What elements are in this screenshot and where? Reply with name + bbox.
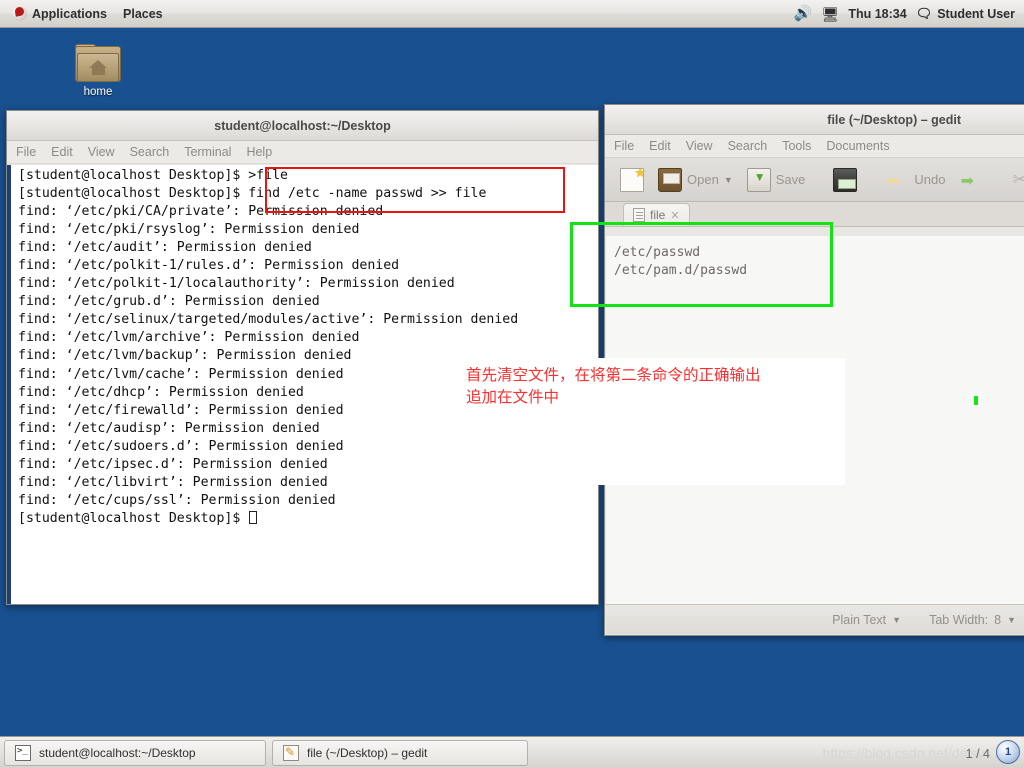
home-folder-icon bbox=[75, 44, 121, 84]
terminal-icon bbox=[15, 744, 31, 761]
applications-menu[interactable]: Applications bbox=[5, 3, 114, 24]
gedit-menu-file[interactable]: File bbox=[614, 139, 634, 153]
workspace-switcher-badge[interactable]: 1 bbox=[996, 740, 1020, 764]
new-document-button[interactable] bbox=[615, 165, 649, 195]
terminal-titlebar[interactable]: student@localhost:~/Desktop bbox=[7, 111, 598, 141]
print-button[interactable] bbox=[828, 165, 862, 195]
gedit-titlebar[interactable]: file (~/Desktop) – gedit bbox=[605, 105, 1024, 135]
printer-icon bbox=[833, 167, 858, 192]
terminal-menu-file[interactable]: File bbox=[16, 145, 36, 159]
language-selector-label: Plain Text bbox=[832, 612, 887, 627]
places-menu[interactable]: Places bbox=[116, 4, 170, 24]
gedit-menu-search[interactable]: Search bbox=[728, 139, 768, 153]
document-icon bbox=[633, 208, 645, 222]
undo-arrow-icon bbox=[885, 168, 909, 192]
terminal-title: student@localhost:~/Desktop bbox=[214, 118, 391, 133]
tab-file[interactable]: file ✕ bbox=[623, 203, 690, 226]
places-menu-label: Places bbox=[123, 6, 163, 21]
gedit-menu-documents[interactable]: Documents bbox=[826, 139, 889, 153]
terminal-menu-help[interactable]: Help bbox=[246, 145, 272, 159]
tab-width-label: Tab Width: bbox=[929, 612, 989, 627]
fedora-logo-icon bbox=[12, 6, 27, 21]
taskbar-item-terminal[interactable]: student@localhost:~/Desktop bbox=[4, 739, 266, 766]
top-panel: Applications Places 🔊 🖥 Thu 18:34 🗨 Stud… bbox=[0, 0, 1024, 28]
gedit-menu-tools[interactable]: Tools bbox=[782, 139, 811, 153]
gedit-icon bbox=[283, 744, 299, 761]
user-menu-label: Student User bbox=[937, 6, 1015, 21]
terminal-menu-edit[interactable]: Edit bbox=[51, 145, 73, 159]
gedit-statusbar: Plain Text ▼ Tab Width: 8 ▼ bbox=[606, 604, 1024, 634]
open-folder-icon bbox=[658, 167, 682, 192]
annotation-note-text: 首先清空文件，在将第二条命令的正确输出 追加在文件中 bbox=[466, 366, 761, 406]
cut-button[interactable] bbox=[1006, 165, 1024, 195]
new-document-icon bbox=[620, 165, 646, 192]
bottom-panel: student@localhost:~/Desktop file (~/Desk… bbox=[0, 736, 1024, 768]
top-panel-left: Applications Places bbox=[0, 3, 170, 24]
save-disk-icon bbox=[746, 167, 771, 192]
gedit-menu-edit[interactable]: Edit bbox=[649, 139, 671, 153]
annotation-note: 首先清空文件，在将第二条命令的正确输出 追加在文件中 bbox=[440, 358, 845, 485]
tab-width-value: 8 bbox=[994, 612, 1002, 627]
chevron-down-icon[interactable]: ▼ bbox=[724, 175, 733, 185]
tab-width-selector[interactable]: Tab Width: 8 ▼ bbox=[929, 613, 1016, 627]
taskbar-item-terminal-label: student@localhost:~/Desktop bbox=[39, 745, 196, 760]
chevron-down-icon: ▼ bbox=[1007, 614, 1016, 625]
taskbar-item-gedit-label: file (~/Desktop) – gedit bbox=[307, 745, 428, 760]
chat-icon: 🗨 bbox=[915, 6, 933, 21]
gedit-toolbar: Open ▼ Save Undo bbox=[605, 158, 1024, 202]
clock[interactable]: Thu 18:34 bbox=[848, 7, 906, 21]
top-panel-tray: 🔊 🖥 Thu 18:34 🗨 Student User bbox=[794, 6, 1024, 21]
gedit-title: file (~/Desktop) – gedit bbox=[827, 112, 961, 127]
desktop-icon-home[interactable]: home bbox=[62, 44, 134, 98]
undo-button-label: Undo bbox=[914, 172, 946, 187]
terminal-menubar: File Edit View Search Terminal Help bbox=[7, 141, 598, 164]
close-icon[interactable]: ✕ bbox=[670, 209, 679, 222]
page-indicator: 1 / 4 bbox=[965, 747, 990, 761]
language-selector[interactable]: Plain Text ▼ bbox=[832, 613, 901, 627]
taskbar-item-gedit[interactable]: file (~/Desktop) – gedit bbox=[272, 739, 528, 766]
terminal-menu-view[interactable]: View bbox=[88, 145, 115, 159]
terminal-cursor bbox=[249, 510, 258, 524]
gedit-menu-view[interactable]: View bbox=[686, 139, 713, 153]
undo-button[interactable]: Undo bbox=[880, 165, 950, 195]
tab-file-label: file bbox=[650, 208, 666, 222]
save-button[interactable]: Save bbox=[742, 165, 811, 195]
gedit-tab-bar: file ✕ bbox=[605, 202, 1024, 227]
open-button-label: Open bbox=[687, 172, 719, 187]
monitor-icon[interactable]: 🖥 bbox=[822, 7, 840, 21]
chevron-down-icon: ▼ bbox=[892, 614, 902, 625]
redo-button[interactable] bbox=[954, 165, 988, 195]
gedit-menubar: File Edit View Search Tools Documents bbox=[605, 135, 1024, 158]
open-button[interactable]: Open ▼ bbox=[653, 165, 738, 195]
annotation-green-speck bbox=[974, 396, 978, 405]
terminal-menu-search[interactable]: Search bbox=[130, 145, 170, 159]
terminal-menu-terminal[interactable]: Terminal bbox=[184, 145, 231, 159]
desktop-icon-home-label: home bbox=[83, 86, 113, 98]
save-button-label: Save bbox=[775, 172, 806, 187]
applications-menu-label: Applications bbox=[32, 6, 108, 21]
speaker-icon[interactable]: 🔊 bbox=[794, 6, 813, 21]
user-menu[interactable]: 🗨 Student User bbox=[916, 7, 1015, 21]
terminal-prompt: [student@localhost Desktop]$ bbox=[18, 510, 249, 526]
redo-arrow-icon bbox=[959, 168, 983, 192]
scissors-icon bbox=[1011, 168, 1024, 192]
